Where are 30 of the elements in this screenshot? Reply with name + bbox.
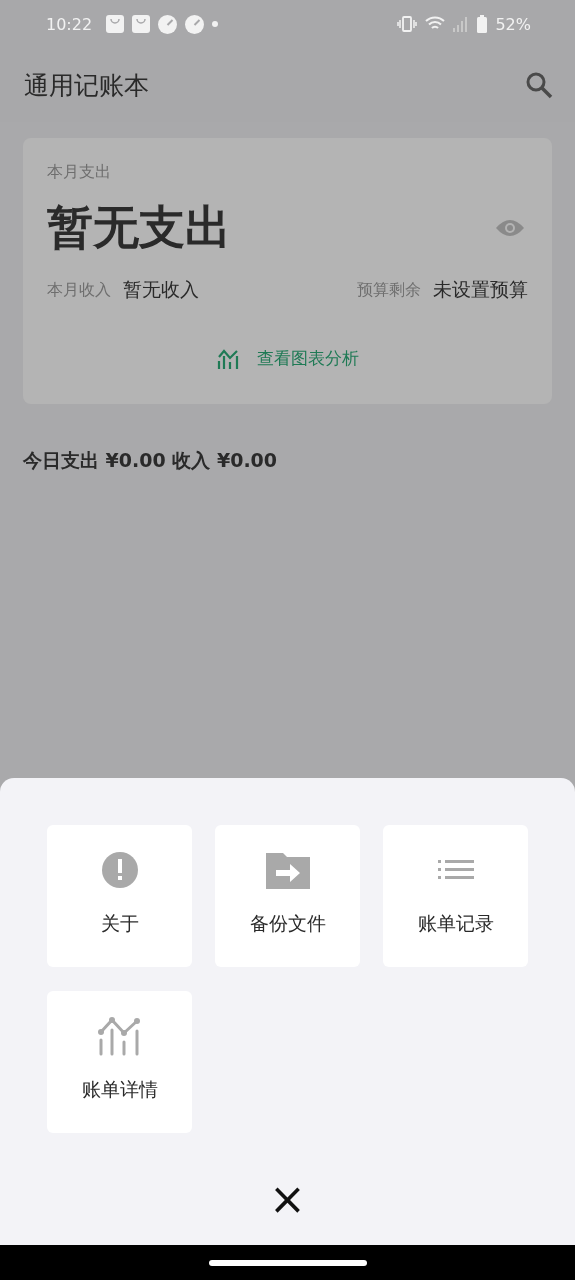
gauge-icon: [158, 14, 178, 34]
clock-time: 10:22: [46, 14, 93, 34]
budget-value: 未设置预算: [433, 277, 528, 302]
vibrate-icon: [397, 16, 418, 32]
budget-label: 预算剩余: [357, 279, 421, 301]
shopping-bag-icon: [106, 15, 125, 33]
app-title: 通用记账本: [24, 69, 149, 102]
gauge-icon: [185, 14, 205, 34]
folder-arrow-icon: [265, 851, 310, 889]
month-expense-label: 本月支出: [47, 162, 112, 183]
battery-icon: [477, 15, 488, 33]
menu-tile[interactable]: 账单详情: [47, 991, 192, 1133]
chart-icon: [97, 1016, 142, 1056]
home-indicator[interactable]: [208, 1259, 367, 1266]
income-value: 暂无收入: [123, 277, 199, 302]
dot-icon: [212, 21, 219, 27]
month-income-label: 本月收入: [47, 279, 111, 301]
exclamation-icon: [100, 851, 139, 889]
menu-tile[interactable]: 账单记录: [383, 825, 528, 967]
today-summary: 今日支出 ¥0.00 收入 ¥0.00: [23, 448, 279, 473]
signal-icon: [453, 16, 470, 32]
menu-tile[interactable]: 备份文件: [215, 825, 360, 967]
expense-amount: 暂无支出: [47, 199, 231, 256]
list-icon: [437, 859, 474, 881]
shopping-bag-icon: [132, 15, 151, 33]
battery-percent: 52%: [495, 14, 531, 34]
search-icon[interactable]: [525, 71, 553, 99]
close-button[interactable]: ×: [265, 1179, 310, 1219]
menu-tile[interactable]: 关于: [47, 825, 192, 967]
chart-icon: [216, 348, 239, 369]
